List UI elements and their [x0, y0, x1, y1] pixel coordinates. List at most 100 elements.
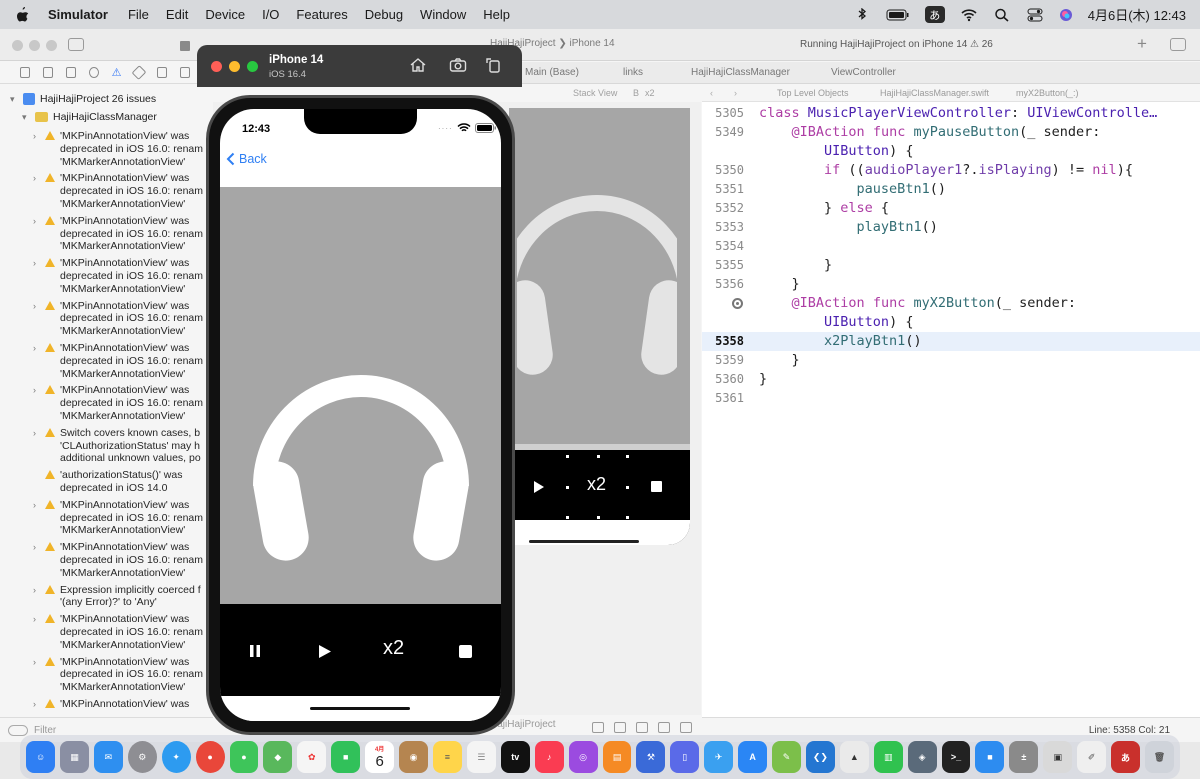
debug-navigator-icon[interactable]: [157, 67, 168, 78]
file-group-row[interactable]: ▾ HajiHajiClassManager: [22, 111, 213, 123]
issue-row[interactable]: › 'MKPinAnnotationView' was deprecated in …: [33, 300, 213, 338]
music-icon[interactable]: ♪: [534, 741, 564, 773]
stack-view-handle[interactable]: [566, 486, 569, 489]
resolve-issues-icon[interactable]: [658, 722, 670, 733]
project-row[interactable]: ▾ HajiHajiProject 26 issues: [10, 93, 213, 105]
issue-row[interactable]: › 'MKPinAnnotationView' was deprecated in …: [33, 342, 213, 380]
issue-row[interactable]: › 'MKPinAnnotationView' was deprecated in …: [33, 499, 213, 537]
storyboard-scene[interactable]: x2: [509, 108, 690, 545]
test-navigator-icon[interactable]: [131, 65, 147, 80]
menu-clock[interactable]: 4月6日(木) 12:43: [1088, 5, 1186, 24]
code-line[interactable]: 5349 @IBAction func myPauseButton(_ send…: [702, 123, 1200, 142]
x2-button[interactable]: x2: [587, 474, 606, 495]
chevron-right-icon[interactable]: ›: [33, 541, 36, 554]
code-line[interactable]: 5361: [702, 389, 1200, 408]
code-line[interactable]: 5358 x2PlayBtn1(): [702, 332, 1200, 351]
maps-icon[interactable]: ◆: [263, 741, 293, 773]
issue-row[interactable]: › 'MKPinAnnotationView' was deprecated in …: [33, 384, 213, 422]
stop-icon[interactable]: [651, 481, 662, 492]
issue-row[interactable]: › 'MKPinAnnotationView' was: [33, 698, 213, 711]
jump-x2[interactable]: x2: [645, 88, 655, 98]
notes-icon[interactable]: ≡: [432, 741, 462, 773]
issue-row[interactable]: › 'MKPinAnnotationView' was deprecated in …: [33, 656, 213, 694]
calendar-icon[interactable]: 4月 6: [365, 741, 395, 773]
simulator-icon[interactable]: ▯: [670, 741, 700, 773]
finder-icon[interactable]: ☺: [26, 741, 55, 773]
code-line[interactable]: 5354: [702, 237, 1200, 256]
home-indicator[interactable]: [310, 707, 410, 710]
issue-navigator-icon[interactable]: ⚠: [112, 66, 122, 79]
jump-stack-view[interactable]: Stack View: [573, 88, 617, 98]
jump-method[interactable]: myX2Button(_:): [1016, 88, 1079, 98]
chevron-right-icon[interactable]: ›: [33, 656, 36, 669]
issue-row[interactable]: › 'MKPinAnnotationView' was deprecated in …: [33, 172, 213, 210]
source-editor[interactable]: 5305 class MusicPlayerViewController: UIV…: [702, 102, 1200, 717]
menu-debug[interactable]: Debug: [365, 7, 403, 22]
simulator-minimize-button[interactable]: [229, 61, 240, 72]
tab-view-controller[interactable]: ViewController: [831, 67, 896, 78]
code-line[interactable]: @IBAction func myX2Button(_ sender:: [702, 294, 1200, 313]
books-icon[interactable]: ▤: [602, 741, 632, 773]
chevron-right-icon[interactable]: ›: [33, 427, 36, 440]
chevron-right-icon[interactable]: ›: [33, 584, 36, 597]
script-editor-icon[interactable]: ✎: [772, 741, 801, 773]
home-icon[interactable]: [409, 57, 427, 73]
mail-icon[interactable]: ✉: [93, 741, 123, 773]
ibaction-connection-icon[interactable]: [732, 298, 743, 309]
symbol-navigator-icon[interactable]: [65, 67, 76, 78]
chrome-icon[interactable]: ●: [195, 741, 225, 773]
chevron-down-icon[interactable]: ▾: [10, 94, 18, 105]
input-method-icon[interactable]: あ: [924, 6, 945, 23]
navigator-toggle-icon[interactable]: [68, 38, 84, 51]
menu-edit[interactable]: Edit: [166, 7, 188, 22]
nav-back-icon[interactable]: ‹: [710, 88, 713, 98]
code-line[interactable]: 5353 playBtn1(): [702, 218, 1200, 237]
code-line[interactable]: 5359 }: [702, 351, 1200, 370]
issue-row[interactable]: › 'MKPinAnnotationView' was deprecated in …: [33, 541, 213, 579]
simulator-zoom-button[interactable]: [247, 61, 258, 72]
stack-view-handle[interactable]: [626, 516, 629, 519]
filter-icon[interactable]: [8, 724, 28, 736]
control-center-icon[interactable]: [1026, 8, 1044, 22]
facetime-icon[interactable]: ■: [331, 741, 361, 773]
menu-features[interactable]: Features: [296, 7, 347, 22]
align-icon[interactable]: [614, 722, 626, 733]
issue-row[interactable]: › 'MKPinAnnotationView' was deprecated in …: [33, 130, 213, 168]
wifi-icon[interactable]: [960, 8, 978, 22]
issue-row[interactable]: › 'MKPinAnnotationView' was deprecated in …: [33, 613, 213, 651]
xcode-minimize-button[interactable]: [29, 40, 40, 51]
find-navigator-icon[interactable]: [88, 67, 99, 78]
simulator-close-button[interactable]: [211, 61, 222, 72]
add-constraints-icon[interactable]: [636, 722, 648, 733]
nav-forward-icon[interactable]: ›: [734, 88, 737, 98]
play-icon[interactable]: [533, 480, 545, 494]
photos-icon[interactable]: ✿: [297, 741, 327, 773]
textedit-icon[interactable]: ✐: [1077, 741, 1107, 773]
code-line[interactable]: 5305 class MusicPlayerViewController: UIV…: [702, 104, 1200, 123]
numbers-icon[interactable]: ▥: [873, 741, 903, 773]
code-line[interactable]: 5350 if ((audioPlayer1?.isPlaying) != ni…: [702, 161, 1200, 180]
japanese-ime-icon[interactable]: あ: [1111, 741, 1140, 773]
reminders-icon[interactable]: ☰: [466, 741, 496, 773]
chevron-right-icon[interactable]: ›: [33, 257, 36, 270]
trash-icon[interactable]: 🗑: [1145, 741, 1174, 773]
x2-speed-button[interactable]: x2: [383, 637, 404, 660]
code-line[interactable]: 5360}: [702, 370, 1200, 389]
chevron-down-icon[interactable]: ▾: [22, 112, 30, 123]
stack-view-handle[interactable]: [626, 486, 629, 489]
apple-tv-icon[interactable]: tv: [500, 741, 530, 773]
safari-icon[interactable]: ✦: [161, 741, 191, 773]
podcasts-icon[interactable]: ◎: [568, 741, 598, 773]
spotlight-search-icon[interactable]: [993, 8, 1011, 22]
add-tab-icon[interactable]: +: [1137, 34, 1147, 54]
chevron-right-icon[interactable]: ›: [33, 300, 36, 313]
code-line[interactable]: 5356 }: [702, 275, 1200, 294]
embed-in-icon[interactable]: [680, 722, 692, 733]
breakpoint-navigator-icon[interactable]: [180, 67, 191, 78]
stack-view-handle[interactable]: [597, 516, 600, 519]
xcode-zoom-button[interactable]: [46, 40, 57, 51]
chevron-right-icon[interactable]: ›: [33, 342, 36, 355]
app-store-icon[interactable]: A: [738, 741, 768, 773]
tab-main-storyboard[interactable]: Main (Base): [525, 67, 579, 78]
update-frames-icon[interactable]: [592, 722, 604, 733]
